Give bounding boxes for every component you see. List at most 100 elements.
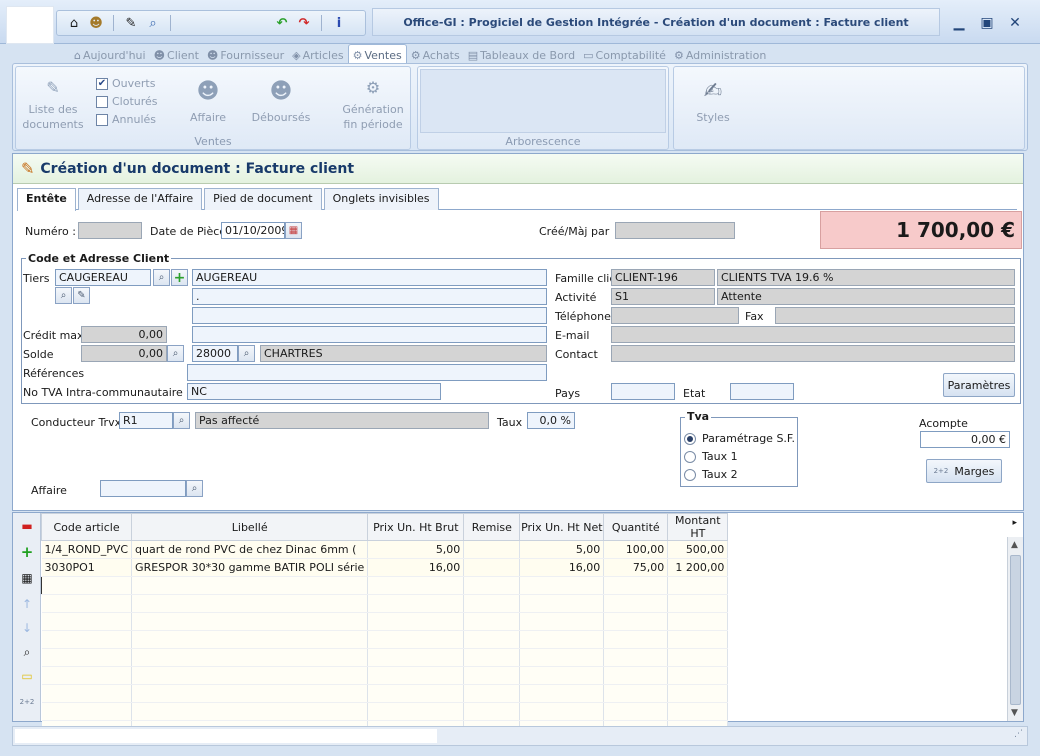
address-line-3[interactable] [192,326,547,343]
tab-onglets-invisibles[interactable]: Onglets invisibles [323,188,439,210]
table-cell[interactable]: 5,00 [367,540,465,559]
tab-entete[interactable]: Entête [17,188,76,211]
table-cell[interactable] [667,576,729,595]
postal-code-field[interactable]: 28000 [192,345,238,362]
close-button[interactable]: ✕ [1004,12,1026,34]
tiers-code-field[interactable]: CAUGEREAU [55,269,151,286]
table-cell[interactable]: 75,00 [603,558,669,577]
debourses-button[interactable]: ☻ Déboursés [250,75,312,125]
date-piece-field[interactable]: 01/10/2009 [221,222,285,239]
label-icon[interactable]: ▭ [18,667,36,685]
search-icon[interactable]: ⌕ [153,269,170,286]
activite-name-field[interactable]: Attente [717,288,1015,305]
table-row[interactable]: 3030PO1 GRESPOR 30*30 gamme BATIR POLI s… [41,558,729,577]
edit-icon[interactable]: ✎ [122,14,140,32]
contact-field[interactable] [611,345,1015,362]
table-cell[interactable]: 1/4_ROND_PVC [41,540,133,559]
table-cell[interactable] [519,576,605,595]
add-line-icon[interactable]: + [18,543,36,561]
tab-adresse-affaire[interactable]: Adresse de l'Affaire [77,188,203,210]
scrollbar-thumb[interactable] [1010,555,1021,705]
radio-icon[interactable] [684,468,696,481]
search-icon[interactable]: ⌕ [238,345,255,362]
person-add-icon[interactable]: ☻ [87,14,105,32]
filter-ouverts[interactable]: ✔ Ouverts [96,77,155,90]
resize-grip-icon[interactable]: ⋰ [1014,729,1023,739]
table-cell[interactable] [463,540,521,559]
calendar-icon[interactable]: ▦ [285,222,302,239]
filter-clotures[interactable]: Cloturés [96,95,158,108]
minimize-button[interactable]: ▁ [948,12,970,34]
numero-field[interactable] [78,222,142,239]
scroll-up-icon[interactable]: ▲ [1011,540,1018,550]
edit-icon[interactable]: ✎ [73,287,90,304]
redo-icon[interactable]: ↷ [295,14,313,32]
taux-field[interactable]: 0,0 % [527,412,575,429]
table-cell[interactable] [463,576,521,595]
tab-pied-document[interactable]: Pied de document [204,188,322,210]
table-cell[interactable]: 16,00 [519,558,605,577]
checkbox-checked-icon[interactable]: ✔ [96,77,108,90]
column-header[interactable]: Quantité [603,513,669,541]
scroll-down-icon[interactable]: ▼ [1011,708,1018,718]
marges-button[interactable]: 2+2 Marges [926,459,1002,483]
conducteur-code-field[interactable]: R1 [119,412,173,429]
search-icon[interactable]: ⌕ [167,345,184,362]
famille-name-field[interactable]: CLIENTS TVA 19.6 % [717,269,1015,286]
affaire-button[interactable]: ☻ Affaire [182,75,234,125]
undo-icon[interactable]: ↶ [273,14,291,32]
city-field[interactable]: CHARTRES [260,345,547,362]
column-header[interactable]: Remise [463,513,521,541]
tab-client[interactable]: ☻ Client [150,44,203,64]
column-header[interactable]: Montant HT [667,513,729,541]
tva-option-parametrage[interactable]: Paramétrage S.F. [684,432,795,445]
search-icon[interactable]: ⌕ [18,643,36,661]
fax-field[interactable] [775,307,1015,324]
table-row[interactable]: 1/4_ROND_PVC quart de rond PVC de chez D… [41,540,729,559]
search-icon[interactable]: ⌕ [144,14,162,32]
scroll-right-icon[interactable]: ▸ [1012,518,1017,528]
column-header[interactable]: Prix Un. Ht Net [519,513,605,541]
table-cell[interactable]: 3030PO1 [41,558,133,577]
tab-administration[interactable]: ⚙ Administration [670,44,770,64]
pays-field[interactable] [611,383,675,400]
keyboard-icon[interactable]: ▦ [18,569,36,587]
maximize-button[interactable]: ▣ [976,12,998,34]
parametres-button[interactable]: Paramètres [943,373,1015,397]
table-cell[interactable] [463,558,521,577]
table-cell[interactable] [603,576,669,595]
etat-field[interactable] [730,383,794,400]
affaire-field[interactable] [100,480,186,497]
table-row[interactable] [40,576,729,595]
tva-option-taux1[interactable]: Taux 1 [684,450,738,463]
styles-button[interactable]: ✍ Styles [688,75,738,125]
arrow-down-icon[interactable]: ↓ [18,619,36,637]
checkbox-icon[interactable] [96,113,108,126]
email-field[interactable] [611,326,1015,343]
acompte-field[interactable]: 0,00 € [920,431,1010,448]
add-icon[interactable]: + [171,269,188,286]
table-cell[interactable] [131,576,369,595]
tab-fournisseur[interactable]: ☻ Fournisseur [203,44,288,64]
search-icon[interactable]: ⌕ [55,287,72,304]
table-cell[interactable] [367,576,465,595]
column-header[interactable]: Libellé [131,513,369,541]
delete-line-icon[interactable]: ▬ [18,517,36,535]
credit-max-field[interactable]: 0,00 [81,326,167,343]
tiers-name-field[interactable]: AUGEREAU [192,269,547,286]
telephone-field[interactable] [611,307,739,324]
table-cell[interactable]: GRESPOR 30*30 gamme BATIR POLI série [131,558,369,577]
arrow-up-icon[interactable]: ↑ [18,595,36,613]
radio-icon[interactable] [684,450,696,463]
cree-maj-field[interactable] [615,222,735,239]
search-icon[interactable]: ⌕ [186,480,203,497]
tva-intra-field[interactable]: NC [187,383,441,400]
vertical-scrollbar[interactable]: ▲ ▼ [1007,537,1023,721]
references-field[interactable] [187,364,547,381]
calculation-icon[interactable]: 2+2 [18,693,36,711]
radio-selected-icon[interactable] [684,432,696,445]
conducteur-name-field[interactable]: Pas affecté [195,412,489,429]
table-cell[interactable]: 500,00 [667,540,729,559]
table-cell[interactable]: 16,00 [367,558,465,577]
tab-aujourdhui[interactable]: ⌂ Aujourd'hui [70,44,150,64]
